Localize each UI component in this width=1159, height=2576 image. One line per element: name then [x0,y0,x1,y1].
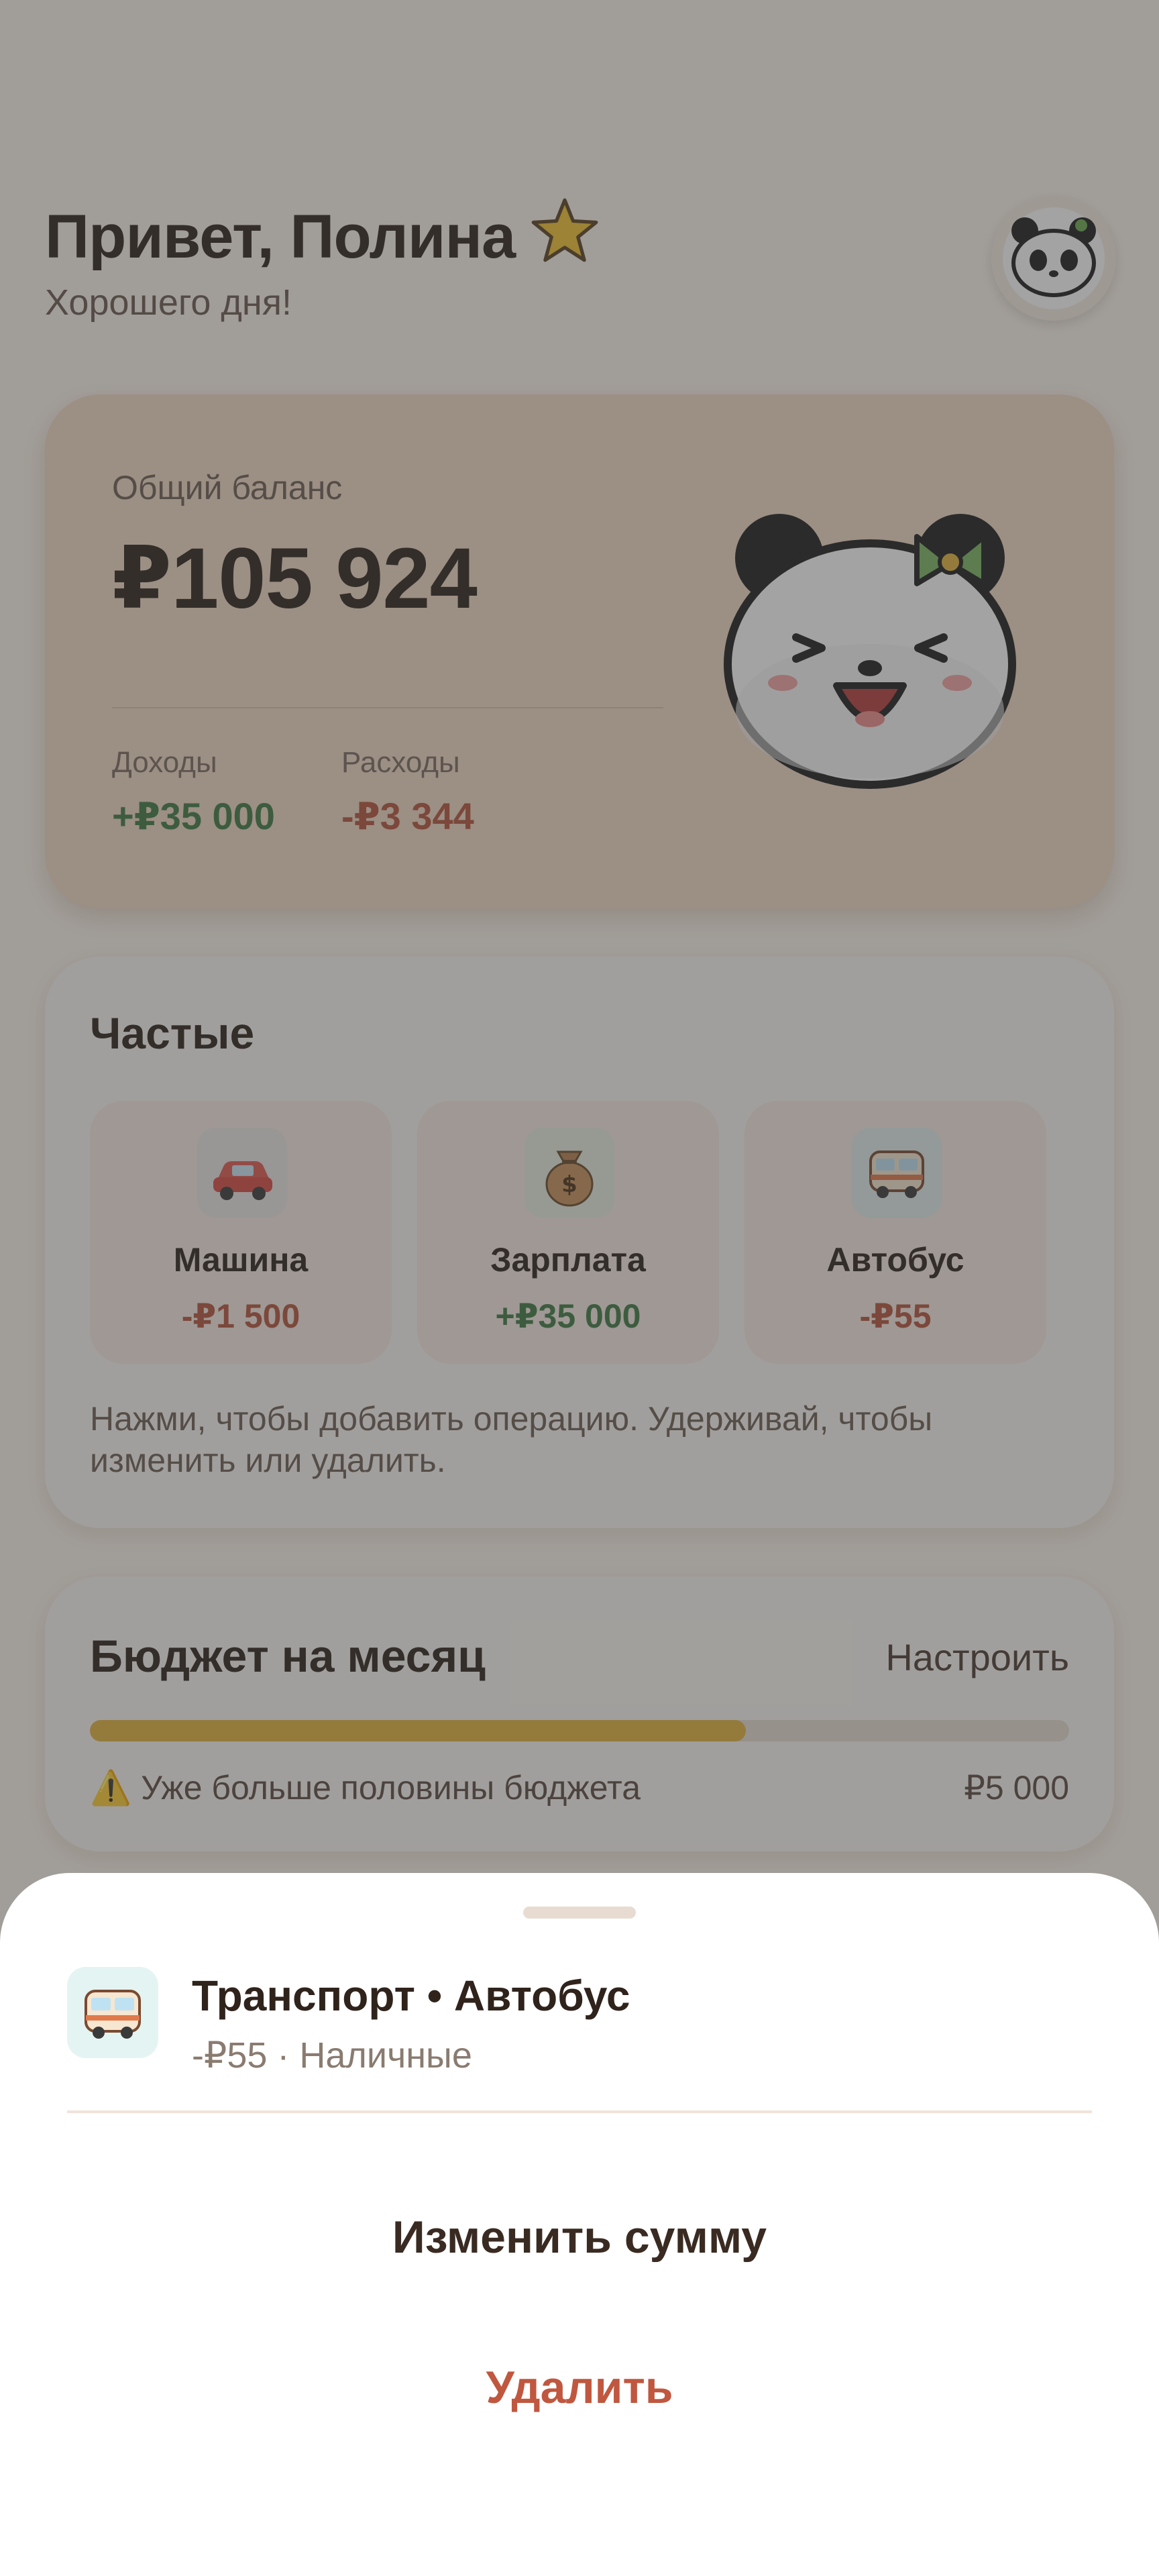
sheet-title: Транспорт • Автобус [192,1972,630,2020]
delete-button[interactable]: Удалить [0,2361,1159,2414]
bus-icon [67,1967,158,2058]
sheet-divider [67,2110,1092,2113]
sheet-subtitle: -₽55 · Наличные [192,2035,472,2076]
edit-amount-button[interactable]: Изменить сумму [0,2211,1159,2263]
sheet-drag-handle[interactable] [523,1907,636,1919]
action-bottom-sheet: Транспорт • Автобус -₽55 · Наличные Изме… [0,1873,1159,2576]
